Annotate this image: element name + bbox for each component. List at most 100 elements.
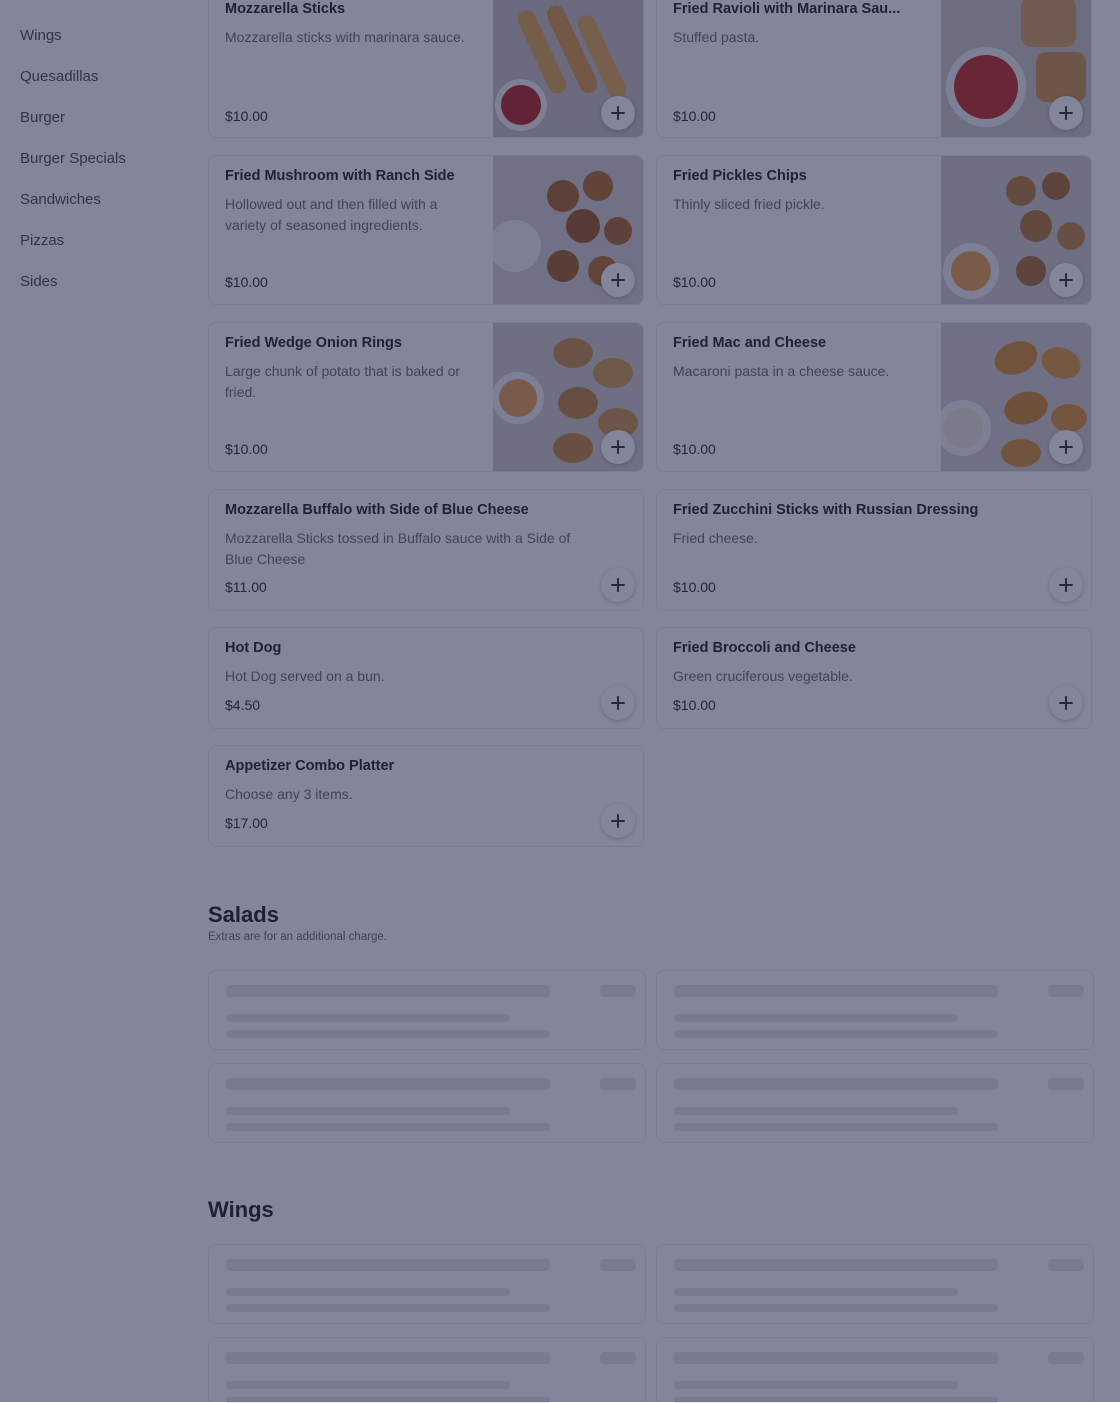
menu-item-price: $11.00 (225, 579, 267, 595)
skeleton-bar (226, 1381, 510, 1389)
skeleton-bar (1048, 1259, 1084, 1271)
menu-item-description: Green cruciferous vegetable. (673, 668, 853, 684)
menu-item-price: $17.00 (225, 815, 268, 831)
loading-card-skeleton (656, 1337, 1094, 1403)
plus-icon (1059, 106, 1073, 120)
skeleton-bar (226, 1030, 550, 1038)
menu-item-card[interactable]: Mozzarella Buffalo with Side of Blue Che… (208, 489, 644, 611)
plus-icon (1059, 440, 1073, 454)
skeleton-bar (674, 985, 998, 997)
menu-item-price: $10.00 (673, 697, 716, 713)
menu-item-price: $10.00 (673, 579, 716, 595)
menu-item-name: Hot Dog (225, 640, 282, 656)
add-to-cart-button[interactable] (601, 568, 635, 602)
loading-card-skeleton (208, 1337, 646, 1403)
sidebar-item-sides[interactable]: Sides (20, 273, 58, 290)
section-title-wings: Wings (208, 1197, 274, 1222)
skeleton-bar (226, 1123, 550, 1131)
menu-item-card[interactable]: Fried Mac and Cheese Macaroni pasta in a… (656, 322, 1092, 472)
skeleton-bar (674, 1304, 998, 1312)
add-to-cart-button[interactable] (601, 263, 635, 297)
menu-item-card[interactable]: Fried Mushroom with Ranch Side Hollowed … (208, 155, 644, 305)
skeleton-bar (226, 1304, 550, 1312)
menu-item-card[interactable]: Hot Dog Hot Dog served on a bun. $4.50 (208, 627, 644, 729)
skeleton-bar (226, 1352, 550, 1364)
skeleton-bar (226, 1397, 550, 1403)
sidebar-item-quesadillas[interactable]: Quesadillas (20, 68, 98, 85)
menu-item-card[interactable]: Mozzarella Sticks Mozzarella sticks with… (208, 0, 644, 138)
menu-item-card[interactable]: Fried Ravioli with Marinara Sau... Stuff… (656, 0, 1092, 138)
add-to-cart-button[interactable] (1049, 686, 1083, 720)
menu-item-card[interactable]: Appetizer Combo Platter Choose any 3 ite… (208, 745, 644, 847)
loading-card-skeleton (656, 970, 1094, 1050)
skeleton-bar (674, 1078, 998, 1090)
menu-item-description: Hot Dog served on a bun. (225, 668, 385, 684)
menu-item-description: Thinly sliced fried pickle. (673, 196, 825, 212)
menu-item-description: Stuffed pasta. (673, 29, 760, 45)
menu-item-name: Fried Zucchini Sticks with Russian Dress… (673, 502, 979, 518)
skeleton-bar (226, 1014, 510, 1022)
menu-item-name: Fried Mac and Cheese (673, 335, 827, 351)
plus-icon (611, 273, 625, 287)
skeleton-bar (674, 1030, 998, 1038)
skeleton-bar (674, 1123, 998, 1131)
plus-icon (611, 578, 625, 592)
loading-card-skeleton (208, 1244, 646, 1324)
menu-item-description: Choose any 3 items. (225, 786, 353, 802)
skeleton-bar (1048, 1078, 1084, 1090)
add-to-cart-button[interactable] (601, 686, 635, 720)
menu-item-name: Fried Broccoli and Cheese (673, 640, 856, 656)
menu-item-card[interactable]: Fried Wedge Onion Rings Large chunk of p… (208, 322, 644, 472)
loading-card-skeleton (208, 1063, 646, 1143)
menu-item-name: Mozzarella Buffalo with Side of Blue Che… (225, 502, 529, 518)
sidebar-item-pizzas[interactable]: Pizzas (20, 232, 64, 249)
plus-icon (611, 440, 625, 454)
add-to-cart-button[interactable] (601, 430, 635, 464)
add-to-cart-button[interactable] (1049, 96, 1083, 130)
add-to-cart-button[interactable] (601, 96, 635, 130)
plus-icon (1059, 273, 1073, 287)
menu-item-description: Mozzarella Sticks tossed in Buffalo sauc… (225, 530, 571, 567)
menu-item-price: $4.50 (225, 697, 261, 713)
add-to-cart-button[interactable] (1049, 263, 1083, 297)
skeleton-bar (600, 1078, 636, 1090)
add-to-cart-button[interactable] (1049, 430, 1083, 464)
menu-item-card[interactable]: Fried Broccoli and Cheese Green crucifer… (656, 627, 1092, 729)
menu-item-name: Fried Pickles Chips (673, 168, 807, 184)
menu-item-price: $10.00 (673, 274, 716, 290)
sidebar-item-wings[interactable]: Wings (20, 27, 62, 44)
menu-item-price: $10.00 (225, 441, 268, 457)
menu-item-name: Fried Ravioli with Marinara Sau... (673, 1, 901, 17)
sidebar-item-burger-specials[interactable]: Burger Specials (20, 150, 126, 167)
plus-icon (1059, 578, 1073, 592)
sidebar-item-burger[interactable]: Burger (20, 109, 65, 126)
skeleton-bar (674, 1352, 998, 1364)
menu-item-description: Large chunk of potato that is baked or f… (225, 363, 461, 400)
menu-item-price: $10.00 (225, 108, 268, 124)
plus-icon (1059, 696, 1073, 710)
skeleton-bar (674, 1014, 958, 1022)
add-to-cart-button[interactable] (1049, 568, 1083, 602)
menu-item-name: Fried Wedge Onion Rings (225, 335, 402, 351)
skeleton-bar (226, 985, 550, 997)
section-title-salads: Salads (208, 902, 279, 927)
plus-icon (611, 106, 625, 120)
skeleton-bar (600, 1259, 636, 1271)
menu-item-price: $10.00 (673, 108, 716, 124)
skeleton-bar (674, 1107, 958, 1115)
menu-item-card[interactable]: Fried Zucchini Sticks with Russian Dress… (656, 489, 1092, 611)
menu-item-description: Macaroni pasta in a cheese sauce. (673, 363, 890, 379)
menu-item-description: Fried cheese. (673, 530, 758, 546)
sidebar-item-sandwiches[interactable]: Sandwiches (20, 191, 101, 208)
menu-item-card[interactable]: Fried Pickles Chips Thinly sliced fried … (656, 155, 1092, 305)
skeleton-bar (674, 1397, 998, 1403)
menu-item-name: Mozzarella Sticks (225, 1, 346, 17)
skeleton-bar (600, 985, 636, 997)
skeleton-bar (1048, 985, 1084, 997)
loading-card-skeleton (656, 1063, 1094, 1143)
loading-card-skeleton (208, 970, 646, 1050)
add-to-cart-button[interactable] (601, 804, 635, 838)
section-subtitle-salads: Extras are for an additional charge. (208, 931, 387, 943)
plus-icon (611, 814, 625, 828)
skeleton-bar (674, 1259, 998, 1271)
